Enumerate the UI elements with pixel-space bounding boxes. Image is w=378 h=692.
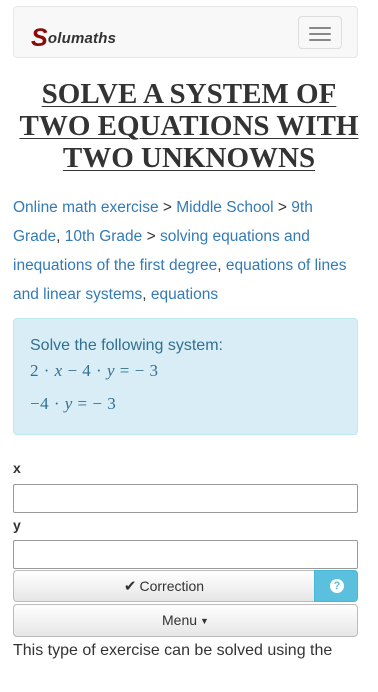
- hamburger-icon-bar: [309, 39, 331, 41]
- breadcrumb: Online math exercise > Middle School > 9…: [13, 193, 358, 309]
- page-title: SOLVE A SYSTEM OF TWO EQUATIONS WITH TWO…: [0, 78, 378, 174]
- correction-label: Correction: [139, 578, 205, 594]
- hamburger-icon: [309, 27, 331, 29]
- eq2-rhs: = − 3: [72, 394, 117, 413]
- brand-text: olumaths: [47, 30, 117, 47]
- equation-1: 2 · x − 4 · y = − 3: [30, 361, 158, 381]
- eq1-var-y: y: [106, 361, 116, 380]
- exercise-box: Solve the following system: 2 · x − 4 · …: [13, 318, 358, 435]
- exercise-prompt: Solve the following system:: [30, 337, 223, 354]
- y-label: y: [13, 517, 21, 533]
- caret-down-icon: ▼: [200, 616, 209, 626]
- y-input[interactable]: [13, 540, 358, 569]
- eq1-var-x: x: [54, 361, 63, 380]
- breadcrumb-link-equations[interactable]: equations: [151, 286, 218, 303]
- menu-label: Menu: [162, 612, 198, 628]
- x-input[interactable]: [13, 484, 358, 513]
- eq2-coef: −4 ·: [30, 394, 65, 413]
- menu-button[interactable]: Menu ▼: [13, 604, 358, 637]
- breadcrumb-separator: ,: [56, 228, 65, 245]
- page-title-line1: SOLVE A SYSTEM OF: [41, 78, 337, 110]
- navbar: Solumaths: [13, 6, 358, 58]
- intro-text: This type of exercise can be solved usin…: [13, 642, 333, 659]
- eq1-rhs: = − 3: [115, 361, 159, 380]
- page-title-line3: TWO UNKNOWNS: [62, 142, 316, 174]
- breadcrumb-separator: >: [142, 228, 160, 245]
- equation-2: −4 · y = − 3: [30, 394, 116, 414]
- breadcrumb-link-middle-school[interactable]: Middle School: [176, 199, 273, 216]
- breadcrumb-separator: ,: [142, 286, 151, 303]
- x-label: x: [13, 460, 21, 476]
- breadcrumb-separator: ,: [217, 257, 226, 274]
- page-title-line2: TWO EQUATIONS WITH: [19, 110, 359, 142]
- breadcrumb-separator: >: [158, 199, 177, 216]
- eq1-operator: − 4 ·: [62, 361, 107, 380]
- checkmark-icon: ✔: [123, 578, 137, 595]
- hamburger-icon-bar: [309, 33, 331, 35]
- brand-logo[interactable]: Solumaths: [31, 21, 117, 52]
- breadcrumb-separator: >: [273, 199, 292, 216]
- brand-initial: S: [31, 24, 48, 52]
- question-icon: ?: [330, 579, 344, 593]
- eq2-var-y: y: [64, 394, 73, 413]
- correction-button[interactable]: ✔ Correction: [13, 570, 315, 602]
- eq1-coef: 2: [30, 361, 39, 380]
- breadcrumb-link-10th-grade[interactable]: 10th Grade: [65, 228, 143, 245]
- nav-toggle-button[interactable]: [298, 16, 342, 49]
- help-button[interactable]: ?: [314, 570, 358, 602]
- eq1-dot: ·: [39, 361, 55, 380]
- breadcrumb-link-online-math[interactable]: Online math exercise: [13, 199, 159, 216]
